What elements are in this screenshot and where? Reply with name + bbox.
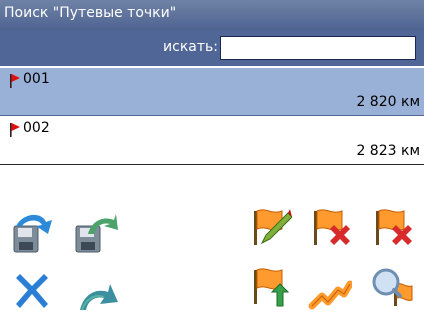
waypoint-row[interactable]: 002 2 823 км	[0, 117, 424, 165]
red-flag-icon	[10, 123, 20, 137]
flag-route-icon[interactable]	[308, 266, 352, 310]
flag-edit-icon[interactable]	[248, 205, 292, 249]
search-input[interactable]	[220, 36, 416, 60]
flag-upload-icon[interactable]	[248, 266, 292, 310]
save-arrow-icon[interactable]	[10, 212, 54, 256]
undo-curved-arrow-icon[interactable]	[74, 270, 118, 314]
waypoint-name: 001	[23, 71, 50, 87]
search-label: искать:	[163, 39, 218, 55]
waypoint-distance: 2 823 км	[356, 143, 420, 159]
red-flag-icon	[10, 74, 20, 88]
waypoint-row[interactable]: 001 2 820 км	[0, 68, 424, 116]
flag-delete-alt-icon[interactable]	[370, 205, 414, 249]
close-x-icon[interactable]	[10, 270, 54, 314]
search-bar: искать:	[0, 30, 424, 66]
save-curved-arrow-icon[interactable]	[74, 212, 118, 256]
waypoint-distance: 2 820 км	[356, 94, 420, 110]
flag-search-icon[interactable]	[370, 266, 414, 310]
flag-delete-icon[interactable]	[308, 205, 352, 249]
waypoint-name: 002	[23, 120, 50, 136]
window-title: Поиск "Путевые точки"	[0, 0, 424, 30]
